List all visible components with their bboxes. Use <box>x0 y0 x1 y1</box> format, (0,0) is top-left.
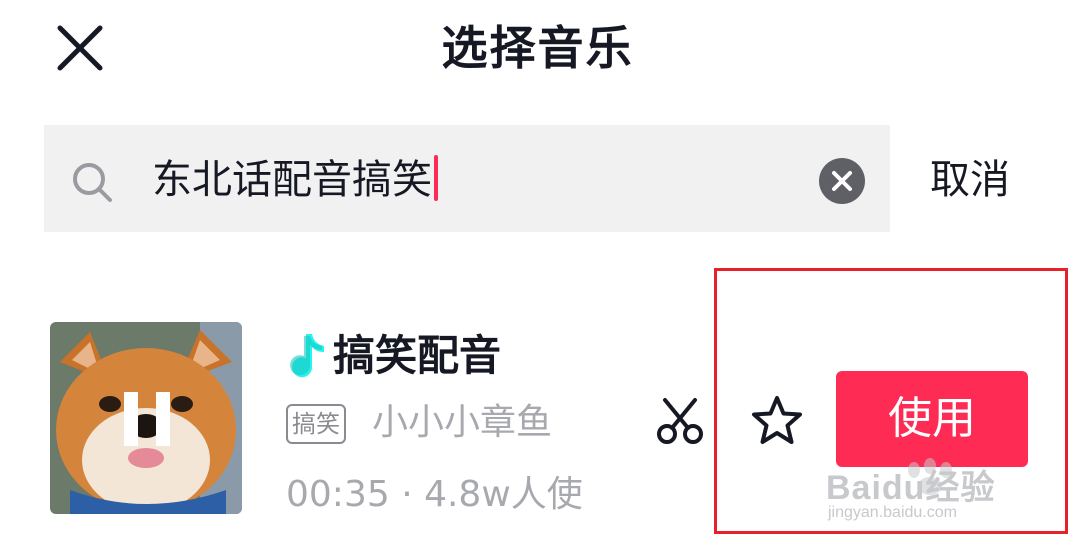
search-icon <box>73 163 112 202</box>
text-caret <box>434 155 438 201</box>
pause-icon[interactable] <box>122 390 172 448</box>
watermark-url: jingyan.baidu.com <box>828 504 957 521</box>
tag-badge: 搞笑 <box>286 404 346 444</box>
clear-icon[interactable] <box>818 157 866 205</box>
watermark-brand: Baidu经验 <box>826 469 996 507</box>
song-title[interactable]: 搞笑配音 <box>333 326 501 386</box>
music-note-icon <box>290 334 324 378</box>
author-name[interactable]: 小小小章鱼 <box>372 398 552 448</box>
cancel-button[interactable]: 取消 <box>930 152 1010 208</box>
page-title: 选择音乐 <box>441 21 634 75</box>
scissors-icon[interactable] <box>655 396 705 446</box>
song-meta: 00:35 · 4.8w人使 <box>286 474 583 515</box>
search-query: 东北话配音搞笑 <box>152 157 432 203</box>
search-input[interactable]: 东北话配音搞笑 <box>152 152 438 208</box>
